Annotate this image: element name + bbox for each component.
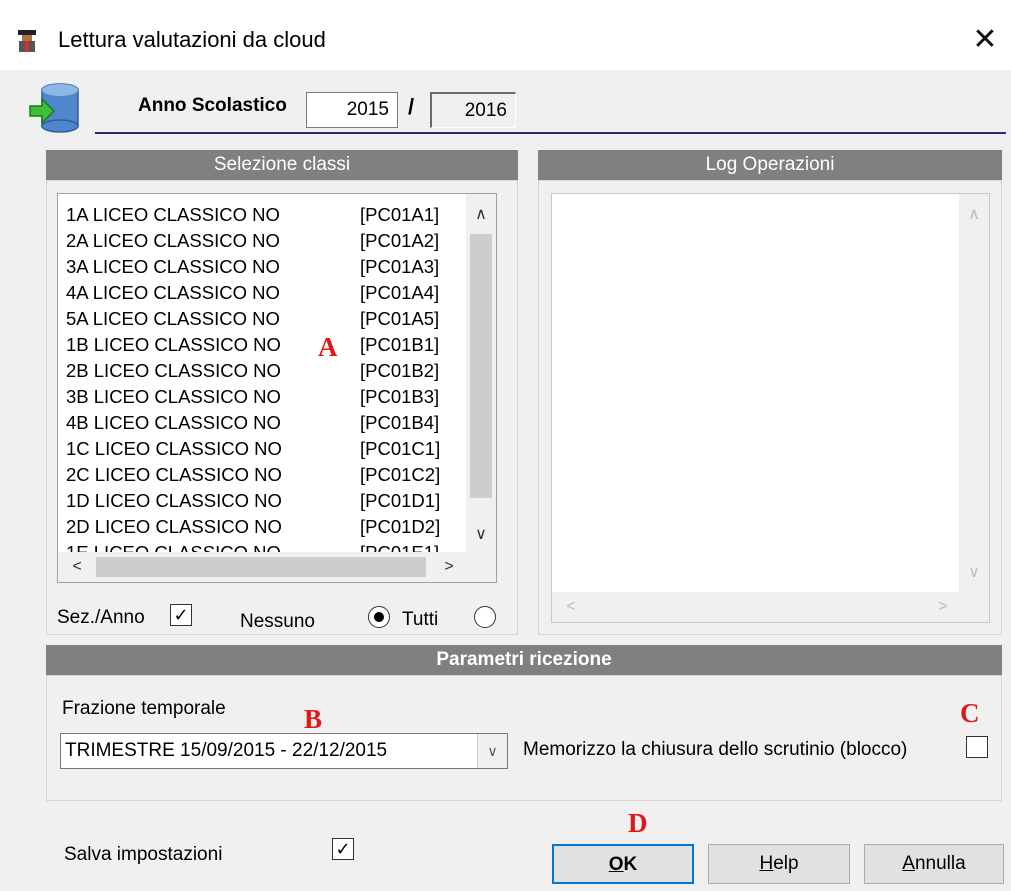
scrollbar-corner [959, 592, 989, 622]
class-name: 2B LICEO CLASSICO NO [66, 360, 281, 381]
class-list-item[interactable]: 4B LICEO CLASSICO NO [PC01B4] [64, 410, 464, 436]
class-name: 2D LICEO CLASSICO NO [66, 516, 282, 537]
header-divider [95, 132, 1006, 134]
class-code: [PC01A5] [360, 308, 440, 329]
annotation-marker-b: B [304, 704, 323, 734]
class-code: [PC01C1] [360, 438, 441, 459]
class-code: [PC01B2] [360, 360, 440, 381]
class-rows: 1A LICEO CLASSICO NO [PC01A1] 2A LICEO CL… [64, 202, 464, 566]
class-code: [PC01A4] [360, 282, 440, 303]
scroll-down-icon[interactable]: ∨ [959, 558, 989, 588]
class-name: 2C LICEO CLASSICO NO [66, 464, 282, 485]
annotation-marker-a: A [318, 332, 338, 362]
class-list-item[interactable]: 4A LICEO CLASSICO NO [PC01A4] [64, 280, 464, 306]
log-horizontal-scrollbar[interactable]: < > [552, 592, 960, 622]
class-code: [PC01D2] [360, 516, 441, 537]
class-name: 3B LICEO CLASSICO NO [66, 386, 281, 407]
class-list-item[interactable]: 3A LICEO CLASSICO NO [PC01A3] [64, 254, 464, 280]
scroll-up-icon[interactable]: ∧ [959, 200, 989, 230]
class-name: 3A LICEO CLASSICO NO [66, 256, 280, 277]
help-button[interactable]: Help [708, 844, 850, 884]
annotation-marker-d: D [628, 808, 648, 838]
ok-label-rest: K [623, 854, 638, 875]
sez-anno-checkbox[interactable]: ✓ [170, 604, 192, 626]
class-code: [PC01B1] [360, 334, 440, 355]
tutti-label: Tutti [402, 609, 439, 630]
class-name: 4A LICEO CLASSICO NO [66, 282, 280, 303]
salva-impostazioni-label: Salva impostazioni [64, 844, 223, 865]
chevron-down-icon[interactable]: ∨ [477, 734, 507, 768]
vertical-scroll-thumb[interactable] [470, 234, 492, 498]
class-code: [PC01D1] [360, 490, 441, 511]
class-list-vertical-scrollbar[interactable]: ∧ ∨ [466, 194, 496, 552]
log-textarea[interactable]: ∧ ∨ < > [551, 193, 990, 623]
scroll-left-icon[interactable]: < [62, 552, 92, 582]
tutti-radio[interactable] [368, 606, 390, 628]
class-list-item[interactable]: 2D LICEO CLASSICO NO [PC01D2] [64, 514, 464, 540]
class-code: [PC01A1] [360, 204, 440, 225]
nessuno-label: Nessuno [240, 611, 315, 632]
class-list-item[interactable]: 5A LICEO CLASSICO NO [PC01A5] [64, 306, 464, 332]
class-code: [PC01B4] [360, 412, 440, 433]
sez-anno-label: Sez./Anno [57, 607, 145, 628]
class-list-item[interactable]: 1B LICEO CLASSICO NO [PC01B1] [64, 332, 464, 358]
class-name: 1D LICEO CLASSICO NO [66, 490, 282, 511]
memorizzo-chiusura-label: Memorizzo la chiusura dello scrutinio (b… [523, 739, 908, 760]
class-list-item[interactable]: 1C LICEO CLASSICO NO [PC01C1] [64, 436, 464, 462]
teacher-icon [18, 30, 36, 52]
class-list-item[interactable]: 1A LICEO CLASSICO NO [PC01A1] [64, 202, 464, 228]
log-vertical-scrollbar[interactable]: ∧ ∨ [959, 194, 989, 594]
frazione-temporale-value: TRIMESTRE 15/09/2015 - 22/12/2015 [65, 740, 388, 761]
horizontal-scroll-thumb[interactable] [96, 557, 426, 577]
class-name: 4B LICEO CLASSICO NO [66, 412, 281, 433]
window-title: Lettura valutazioni da cloud [58, 27, 326, 52]
close-button[interactable]: ✕ [962, 18, 1008, 62]
class-code: [PC01C2] [360, 464, 441, 485]
scroll-down-icon[interactable]: ∨ [466, 520, 496, 550]
database-import-icon [29, 83, 79, 133]
scrollbar-corner [466, 552, 496, 582]
memorizzo-chiusura-checkbox[interactable] [966, 736, 988, 758]
year-separator: / [408, 94, 415, 119]
class-name: 5A LICEO CLASSICO NO [66, 308, 280, 329]
annulla-label-rest: nnulla [914, 853, 966, 874]
help-mnemonic: H [759, 853, 774, 874]
year-from-input[interactable]: 2015 [306, 92, 398, 128]
class-list-item[interactable]: 2A LICEO CLASSICO NO [PC01A2] [64, 228, 464, 254]
nessuno-radio[interactable] [474, 606, 496, 628]
scroll-up-icon[interactable]: ∧ [466, 200, 496, 230]
anno-scolastico-label: Anno Scolastico [138, 95, 287, 116]
selezione-classi-header: Selezione classi [46, 150, 518, 180]
ok-button[interactable]: OK [552, 844, 694, 884]
class-list-horizontal-scrollbar[interactable]: < > [58, 552, 466, 582]
frazione-temporale-select[interactable]: TRIMESTRE 15/09/2015 - 22/12/2015 ∨ [60, 733, 508, 769]
class-name: 1C LICEO CLASSICO NO [66, 438, 282, 459]
class-code: [PC01A3] [360, 256, 440, 277]
scroll-right-icon[interactable]: > [928, 592, 958, 622]
class-name: 1A LICEO CLASSICO NO [66, 204, 280, 225]
class-name: 1B LICEO CLASSICO NO [66, 334, 281, 355]
ok-mnemonic: O [608, 854, 624, 875]
scroll-left-icon[interactable]: < [556, 592, 586, 622]
year-to-field: 2016 [430, 92, 516, 128]
class-list-item[interactable]: 2B LICEO CLASSICO NO [PC01B2] [64, 358, 464, 384]
class-code: [PC01B3] [360, 386, 440, 407]
salva-impostazioni-checkbox[interactable]: ✓ [332, 838, 354, 860]
class-list-item[interactable]: 2C LICEO CLASSICO NO [PC01C2] [64, 462, 464, 488]
log-operazioni-header: Log Operazioni [538, 150, 1002, 180]
annulla-mnemonic: A [902, 853, 915, 874]
scroll-right-icon[interactable]: > [434, 552, 464, 582]
help-label-rest: elp [773, 853, 799, 874]
annulla-button[interactable]: Annulla [864, 844, 1004, 884]
class-list-item[interactable]: 1D LICEO CLASSICO NO [PC01D1] [64, 488, 464, 514]
class-list-item[interactable]: 3B LICEO CLASSICO NO [PC01B3] [64, 384, 464, 410]
class-code: [PC01A2] [360, 230, 440, 251]
class-list[interactable]: 1A LICEO CLASSICO NO [PC01A1] 2A LICEO CL… [57, 193, 497, 583]
frazione-temporale-label: Frazione temporale [62, 698, 226, 719]
parametri-ricezione-header: Parametri ricezione [46, 645, 1002, 675]
class-name: 2A LICEO CLASSICO NO [66, 230, 280, 251]
annotation-marker-c: C [960, 698, 980, 728]
